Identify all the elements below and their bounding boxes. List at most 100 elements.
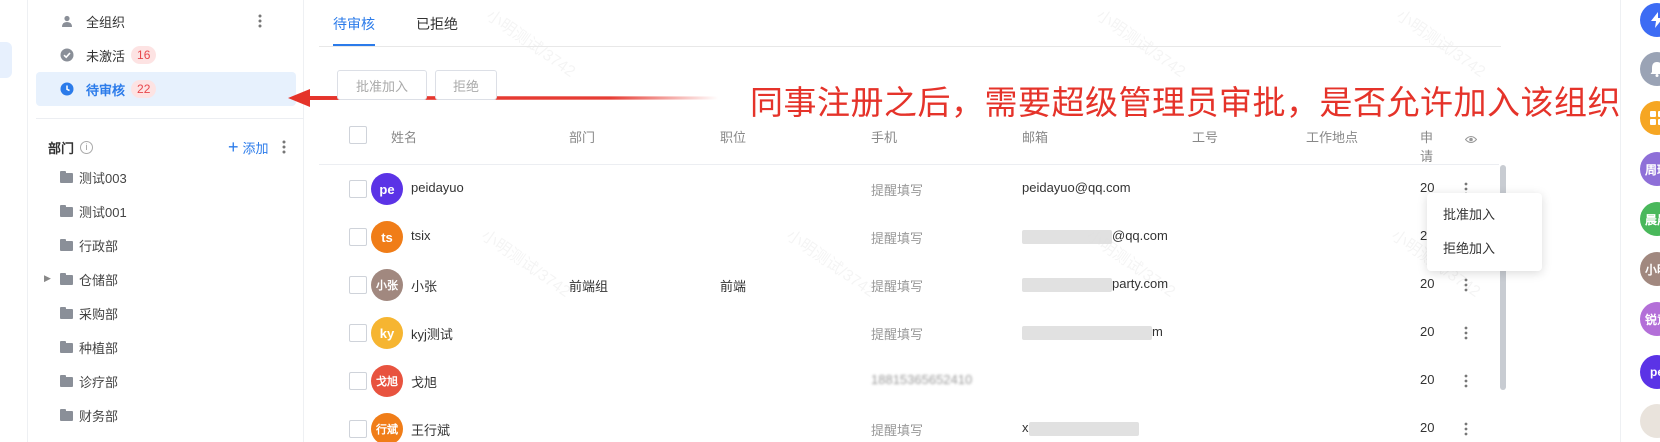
row-checkbox[interactable] (349, 180, 367, 198)
tab-pending[interactable]: 待审核 (333, 14, 375, 46)
expand-caret-icon[interactable]: ▶ (44, 273, 51, 284)
eye-icon[interactable] (1464, 131, 1478, 149)
cell-phone: 18815365652410 (871, 372, 973, 387)
column-header-applied[interactable]: 申请 (1420, 127, 1436, 165)
plus-icon: + (228, 137, 239, 157)
table-row[interactable]: ky kyj测试 提醒填写 m 202 (319, 309, 1499, 357)
department-item[interactable]: 测试001 (60, 196, 127, 226)
menu-item-reject[interactable]: 拒绝加入 (1443, 238, 1495, 257)
column-header-location[interactable]: 工作地点 (1306, 127, 1358, 146)
sidebar: 全组织 未激活 16 待审核 22 部门 i + 添加 测试003 测试001 … (28, 0, 304, 442)
info-icon[interactable]: i (80, 140, 94, 154)
select-all-checkbox[interactable] (349, 126, 367, 144)
cell-name: 戈旭 (411, 375, 438, 390)
row-more-icon[interactable] (1460, 421, 1472, 437)
nav-item-pending[interactable]: 待审核 22 (36, 72, 296, 106)
row-more-icon[interactable] (1460, 373, 1472, 389)
table-row[interactable]: ts tsix 提醒填写 @qq.com 202 (319, 213, 1499, 261)
table-row[interactable]: 行斌 王行斌 提醒填写 x 202 (319, 405, 1499, 442)
department-item[interactable]: 种植部 (60, 332, 118, 362)
column-header-employee-id[interactable]: 工号 (1192, 127, 1218, 146)
contact-avatar-photo[interactable] (1640, 404, 1660, 438)
row-checkbox[interactable] (349, 276, 367, 294)
apps-icon[interactable] (1640, 101, 1660, 135)
column-header-name[interactable]: 姓名 (391, 127, 417, 146)
department-label: 财务部 (79, 408, 119, 424)
nav-item-label: 待审核 (86, 82, 126, 98)
main-panel: 待审核 已拒绝 批准加入 拒绝 同事注册之后，需要超级管理员审批，是否允许加入该… (305, 0, 1621, 442)
departments-header: 部门 i + 添加 (48, 136, 296, 158)
nav-item-label: 全组织 (86, 14, 126, 30)
more-options-icon[interactable] (276, 139, 292, 155)
departments-title: 部门 (48, 140, 75, 156)
department-item[interactable]: 诊疗部 (60, 366, 118, 396)
department-item[interactable]: 行政部 (60, 230, 118, 260)
folder-icon (60, 239, 73, 251)
reject-button[interactable]: 拒绝 (435, 70, 497, 100)
bell-icon[interactable] (1640, 52, 1660, 86)
cell-position: 前端 (720, 279, 747, 294)
department-item[interactable]: 测试003 (60, 162, 127, 192)
row-more-icon[interactable] (1460, 277, 1472, 293)
row-checkbox[interactable] (349, 324, 367, 342)
department-item[interactable]: 采购部 (60, 298, 118, 328)
department-label: 诊疗部 (79, 374, 119, 390)
column-header-email[interactable]: 邮箱 (1022, 127, 1048, 146)
column-header-phone[interactable]: 手机 (871, 127, 897, 146)
cell-email: @qq.com (1022, 228, 1168, 244)
cell-phone[interactable]: 提醒填写 (871, 228, 923, 247)
cell-department: 前端组 (569, 279, 609, 294)
table-row[interactable]: 戈旭 戈旭 18815365652410 202 (319, 357, 1499, 405)
clock-icon (60, 82, 74, 96)
user-icon (60, 14, 74, 28)
cell-email-text: m (1152, 324, 1163, 339)
lightning-icon[interactable] (1640, 3, 1660, 37)
avatar: pe (371, 173, 403, 205)
avatar: ky (371, 317, 403, 349)
table-row[interactable]: pe peidayuo 提醒填写 peidayuo@qq.com 202 (319, 165, 1499, 213)
cell-phone[interactable]: 提醒填写 (871, 180, 923, 199)
row-checkbox[interactable] (349, 420, 367, 438)
cell-phone[interactable]: 提醒填写 (871, 276, 923, 295)
column-header-position[interactable]: 职位 (720, 127, 746, 146)
folder-icon (60, 375, 73, 387)
cell-phone[interactable]: 提醒填写 (871, 324, 923, 343)
more-options-icon[interactable] (252, 13, 268, 29)
row-checkbox[interactable] (349, 228, 367, 246)
cell-email-text: x (1022, 420, 1029, 435)
folder-icon (60, 409, 73, 421)
cell-applied-date: 202 (1420, 420, 1434, 435)
contact-avatar[interactable]: 小明 (1640, 252, 1660, 286)
contact-avatar[interactable]: 晨晨 (1640, 202, 1660, 236)
avatar: ts (371, 221, 403, 253)
add-department-button[interactable]: + 添加 (228, 136, 269, 158)
cell-email: x (1022, 420, 1139, 436)
nav-item-inactive[interactable]: 未激活 16 (36, 38, 296, 72)
department-label: 行政部 (79, 238, 119, 254)
row-checkbox[interactable] (349, 372, 367, 390)
approve-button[interactable]: 批准加入 (337, 70, 427, 100)
contact-avatar[interactable]: 周珊 (1640, 152, 1660, 186)
tab-rejected[interactable]: 已拒绝 (416, 14, 458, 46)
avatar: 行斌 (371, 413, 403, 442)
folder-icon (60, 205, 73, 217)
cell-phone[interactable]: 提醒填写 (871, 420, 923, 439)
department-label: 测试001 (79, 204, 127, 220)
contact-avatar[interactable]: 锐意 (1640, 302, 1660, 336)
department-item[interactable]: 财务部 (60, 400, 118, 430)
folder-icon (60, 171, 73, 183)
cell-name: tsix (411, 228, 431, 243)
department-label: 种植部 (79, 340, 119, 356)
table-row[interactable]: 小张 小张 前端组 前端 提醒填写 party.com 202 (319, 261, 1499, 309)
column-header-department[interactable]: 部门 (569, 127, 595, 146)
department-item[interactable]: 仓储部 (60, 264, 118, 294)
left-rail (0, 0, 28, 442)
add-label: 添加 (242, 140, 269, 156)
contact-avatar[interactable]: pe (1640, 355, 1660, 389)
inactive-count-badge: 16 (131, 46, 157, 64)
cell-applied-date: 202 (1420, 372, 1434, 387)
cell-email-text: @qq.com (1112, 228, 1168, 243)
nav-item-all-org[interactable]: 全组织 (36, 4, 296, 38)
row-more-icon[interactable] (1460, 325, 1472, 341)
menu-item-approve[interactable]: 批准加入 (1443, 204, 1495, 223)
